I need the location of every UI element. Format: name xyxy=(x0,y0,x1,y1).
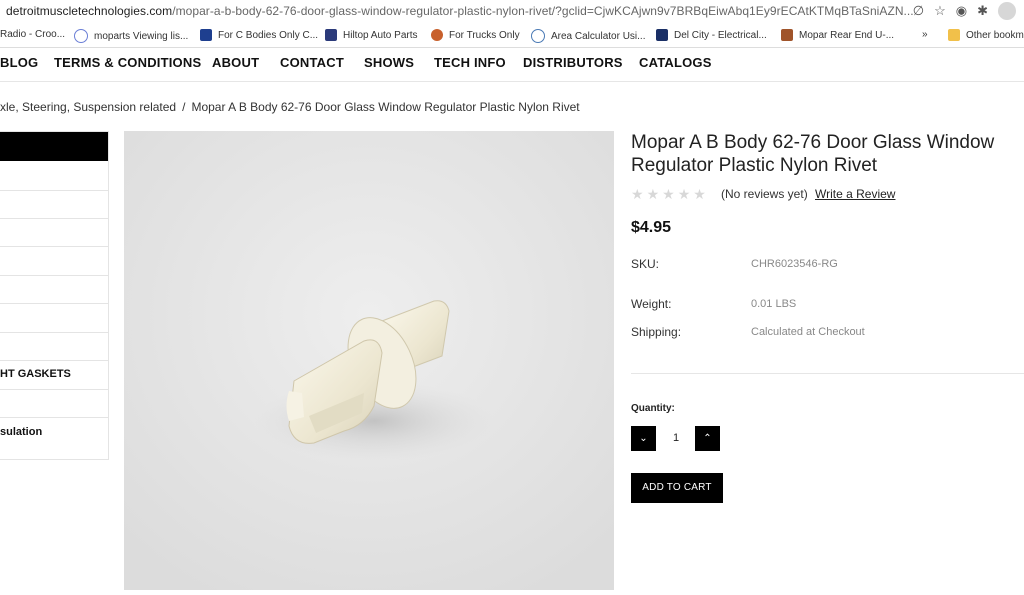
bookmark-item[interactable]: For Trucks Only xyxy=(431,29,520,41)
folder-icon xyxy=(948,29,960,41)
nav-terms[interactable]: TERMS & CONDITIONS xyxy=(54,55,201,70)
address-bar[interactable]: detroitmuscletechnologies.com/mopar-a-b-… xyxy=(0,0,1024,24)
sidebar-item[interactable] xyxy=(0,417,108,418)
browser-toolbar-icons: ∅ ☆ ◉ ✱ xyxy=(913,2,1016,20)
bookmark-label: Hiltop Auto Parts xyxy=(343,29,418,41)
bookmark-label: Radio - Croo... xyxy=(0,29,66,40)
delcity-icon xyxy=(656,29,668,41)
breadcrumb-separator: / xyxy=(182,100,186,114)
write-review-link[interactable]: Write a Review xyxy=(815,187,895,201)
chevron-double-right-icon: » xyxy=(922,29,928,40)
reviews-count: (No reviews yet) xyxy=(721,187,808,201)
star-icon: ★ xyxy=(693,186,706,202)
bookmark-item[interactable]: Radio - Croo... xyxy=(0,29,65,40)
nav-contact[interactable]: CONTACT xyxy=(280,55,344,70)
weight-value: 0.01 LBS xyxy=(751,298,797,310)
sidebar-item-insulation[interactable]: sulation xyxy=(0,426,42,438)
bookmark-item[interactable]: Mopar Rear End U-... xyxy=(781,29,894,41)
divider xyxy=(631,373,1024,374)
bookmark-label: moparts Viewing lis... xyxy=(94,30,189,42)
bookmark-item[interactable]: moparts Viewing lis... xyxy=(74,29,188,43)
bookmark-label: Del City - Electrical... xyxy=(674,29,767,41)
sidebar-header xyxy=(0,132,108,161)
shipping-label: Shipping: xyxy=(631,325,682,339)
sidebar-item[interactable] xyxy=(0,218,108,219)
mopar-icon xyxy=(200,29,212,41)
star-icon: ★ xyxy=(646,186,660,202)
rating-stars: ★ ★ ★ ★ ★ xyxy=(631,187,706,201)
add-to-cart-button[interactable]: ADD TO CART xyxy=(631,473,723,503)
sidebar-item[interactable] xyxy=(0,332,108,333)
star-icon: ★ xyxy=(677,186,691,202)
quantity-increase-button[interactable]: ⌃ xyxy=(695,426,720,451)
bookmark-item[interactable]: Hiltop Auto Parts xyxy=(325,29,417,41)
nav-blog[interactable]: BLOG xyxy=(0,55,38,70)
nylon-rivet-image xyxy=(124,131,614,590)
bookmark-item[interactable]: Other bookm xyxy=(948,29,1024,41)
nav-about[interactable]: ABOUT xyxy=(212,55,259,70)
chevron-up-icon: ⌃ xyxy=(703,433,712,444)
truck-icon xyxy=(431,29,443,41)
calculator-icon xyxy=(531,29,545,43)
star-icon[interactable]: ☆ xyxy=(934,2,946,20)
breadcrumb-parent-link[interactable]: xle, Steering, Suspension related xyxy=(0,100,176,114)
url-path: /mopar-a-b-body-62-76-door-glass-window-… xyxy=(172,4,914,18)
sku-value: CHR6023546-RG xyxy=(751,258,838,270)
quantity-label: Quantity: xyxy=(631,403,675,414)
main-nav: BLOG TERMS & CONDITIONS ABOUT CONTACT SH… xyxy=(0,48,1024,82)
hiltop-icon xyxy=(325,29,337,41)
moparts-icon xyxy=(74,29,88,43)
bookmark-label: For C Bodies Only C... xyxy=(218,29,319,41)
sidebar-item[interactable] xyxy=(0,303,108,304)
bookmark-item[interactable]: Del City - Electrical... xyxy=(656,29,767,41)
weight-label: Weight: xyxy=(631,297,672,311)
quantity-decrease-button[interactable]: ⌄ xyxy=(631,426,656,451)
extension-icon[interactable]: ◉ xyxy=(956,2,967,20)
url-text[interactable]: detroitmuscletechnologies.com/mopar-a-b-… xyxy=(6,4,914,18)
bookmark-label: For Trucks Only xyxy=(449,29,520,41)
nav-distributors[interactable]: DISTRIBUTORS xyxy=(523,55,623,70)
product-title: Mopar A B Body 62-76 Door Glass Window R… xyxy=(631,132,995,176)
sidebar-item[interactable] xyxy=(0,389,108,390)
bookmarks-overflow-button[interactable]: » xyxy=(922,29,928,40)
breadcrumb-current: Mopar A B Body 62-76 Door Glass Window R… xyxy=(191,100,580,114)
nav-catalogs[interactable]: CATALOGS xyxy=(639,55,712,70)
nav-shows[interactable]: SHOWS xyxy=(364,55,414,70)
product-image[interactable] xyxy=(124,131,614,590)
bookmark-item[interactable]: Area Calculator Usi... xyxy=(531,29,645,43)
sidebar-item[interactable] xyxy=(0,360,108,361)
nav-tech-info[interactable]: TECH INFO xyxy=(434,55,506,70)
bookmark-label: Mopar Rear End U-... xyxy=(799,29,895,41)
mopar-rear-end-icon xyxy=(781,29,793,41)
category-sidebar: HT GASKETS sulation xyxy=(0,131,109,460)
chevron-down-icon: ⌄ xyxy=(639,433,648,444)
sku-label: SKU: xyxy=(631,257,660,271)
profile-avatar[interactable] xyxy=(998,2,1016,20)
quantity-input[interactable]: 1 xyxy=(656,426,696,451)
bookmark-item[interactable]: For C Bodies Only C... xyxy=(200,29,318,41)
star-icon: ★ xyxy=(662,186,675,202)
bookmark-label: Area Calculator Usi... xyxy=(551,30,646,42)
sidebar-item[interactable] xyxy=(0,275,108,276)
sidebar-item-gaskets[interactable]: HT GASKETS xyxy=(0,368,71,380)
product-price: $4.95 xyxy=(631,219,672,236)
bookmark-label: Other bookm xyxy=(966,29,1024,41)
breadcrumb: xle, Steering, Suspension related / Mopar … xyxy=(0,100,580,114)
url-domain: detroitmuscletechnologies.com xyxy=(6,4,173,18)
sidebar-item[interactable] xyxy=(0,190,108,191)
bookmarks-bar: Radio - Croo... moparts Viewing lis... F… xyxy=(0,25,1024,48)
star-icon: ★ xyxy=(631,186,644,202)
puzzle-icon[interactable]: ✱ xyxy=(977,2,988,20)
sidebar-item[interactable] xyxy=(0,246,108,247)
eye-slash-icon[interactable]: ∅ xyxy=(913,2,924,20)
shipping-value: Calculated at Checkout xyxy=(751,326,865,338)
